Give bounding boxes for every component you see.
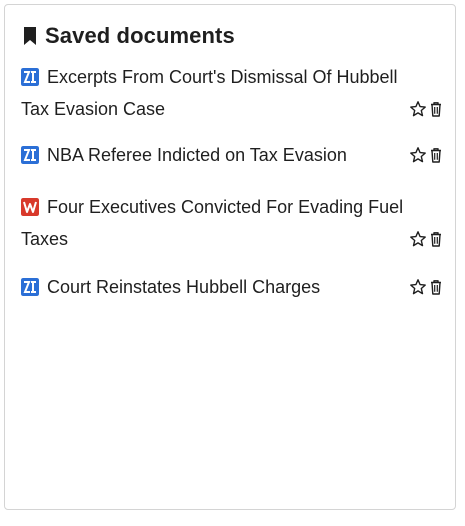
blue-news-logo-icon [21,68,39,86]
bookmark-icon [24,27,36,45]
document-title[interactable]: Four Executives Convicted For Evading Fu… [47,191,403,223]
document-title[interactable]: Court Reinstates Hubbell Charges [47,271,320,303]
document-actions [409,146,445,164]
trash-icon[interactable] [427,230,445,248]
document-actions [409,230,445,248]
saved-document-item[interactable]: NBA Referee Indicted on Tax Evasion [21,139,445,171]
blue-news-logo-icon [21,146,39,164]
trash-icon[interactable] [427,100,445,118]
trash-icon[interactable] [427,278,445,296]
star-outline-icon[interactable] [409,100,427,118]
star-outline-icon[interactable] [409,146,427,164]
star-outline-icon[interactable] [409,278,427,296]
saved-document-item[interactable]: Excerpts From Court's Dismissal Of Hubbe… [21,61,445,125]
document-title-continued[interactable]: Taxes [21,223,68,255]
document-title[interactable]: Excerpts From Court's Dismissal Of Hubbe… [47,61,398,93]
saved-document-item[interactable]: Court Reinstates Hubbell Charges [21,271,445,303]
trash-icon[interactable] [427,146,445,164]
document-title-continued[interactable]: Tax Evasion Case [21,93,165,125]
star-outline-icon[interactable] [409,230,427,248]
panel-title: Saved documents [45,23,235,48]
saved-document-item[interactable]: Four Executives Convicted For Evading Fu… [21,191,445,255]
document-title[interactable]: NBA Referee Indicted on Tax Evasion [47,139,347,171]
document-actions [409,278,445,296]
saved-documents-panel: Saved documents Excerpts From Court's Di… [4,4,456,510]
red-news-logo-icon [21,198,39,216]
panel-header: Saved documents [23,23,235,49]
document-actions [409,100,445,118]
blue-news-logo-icon [21,278,39,296]
